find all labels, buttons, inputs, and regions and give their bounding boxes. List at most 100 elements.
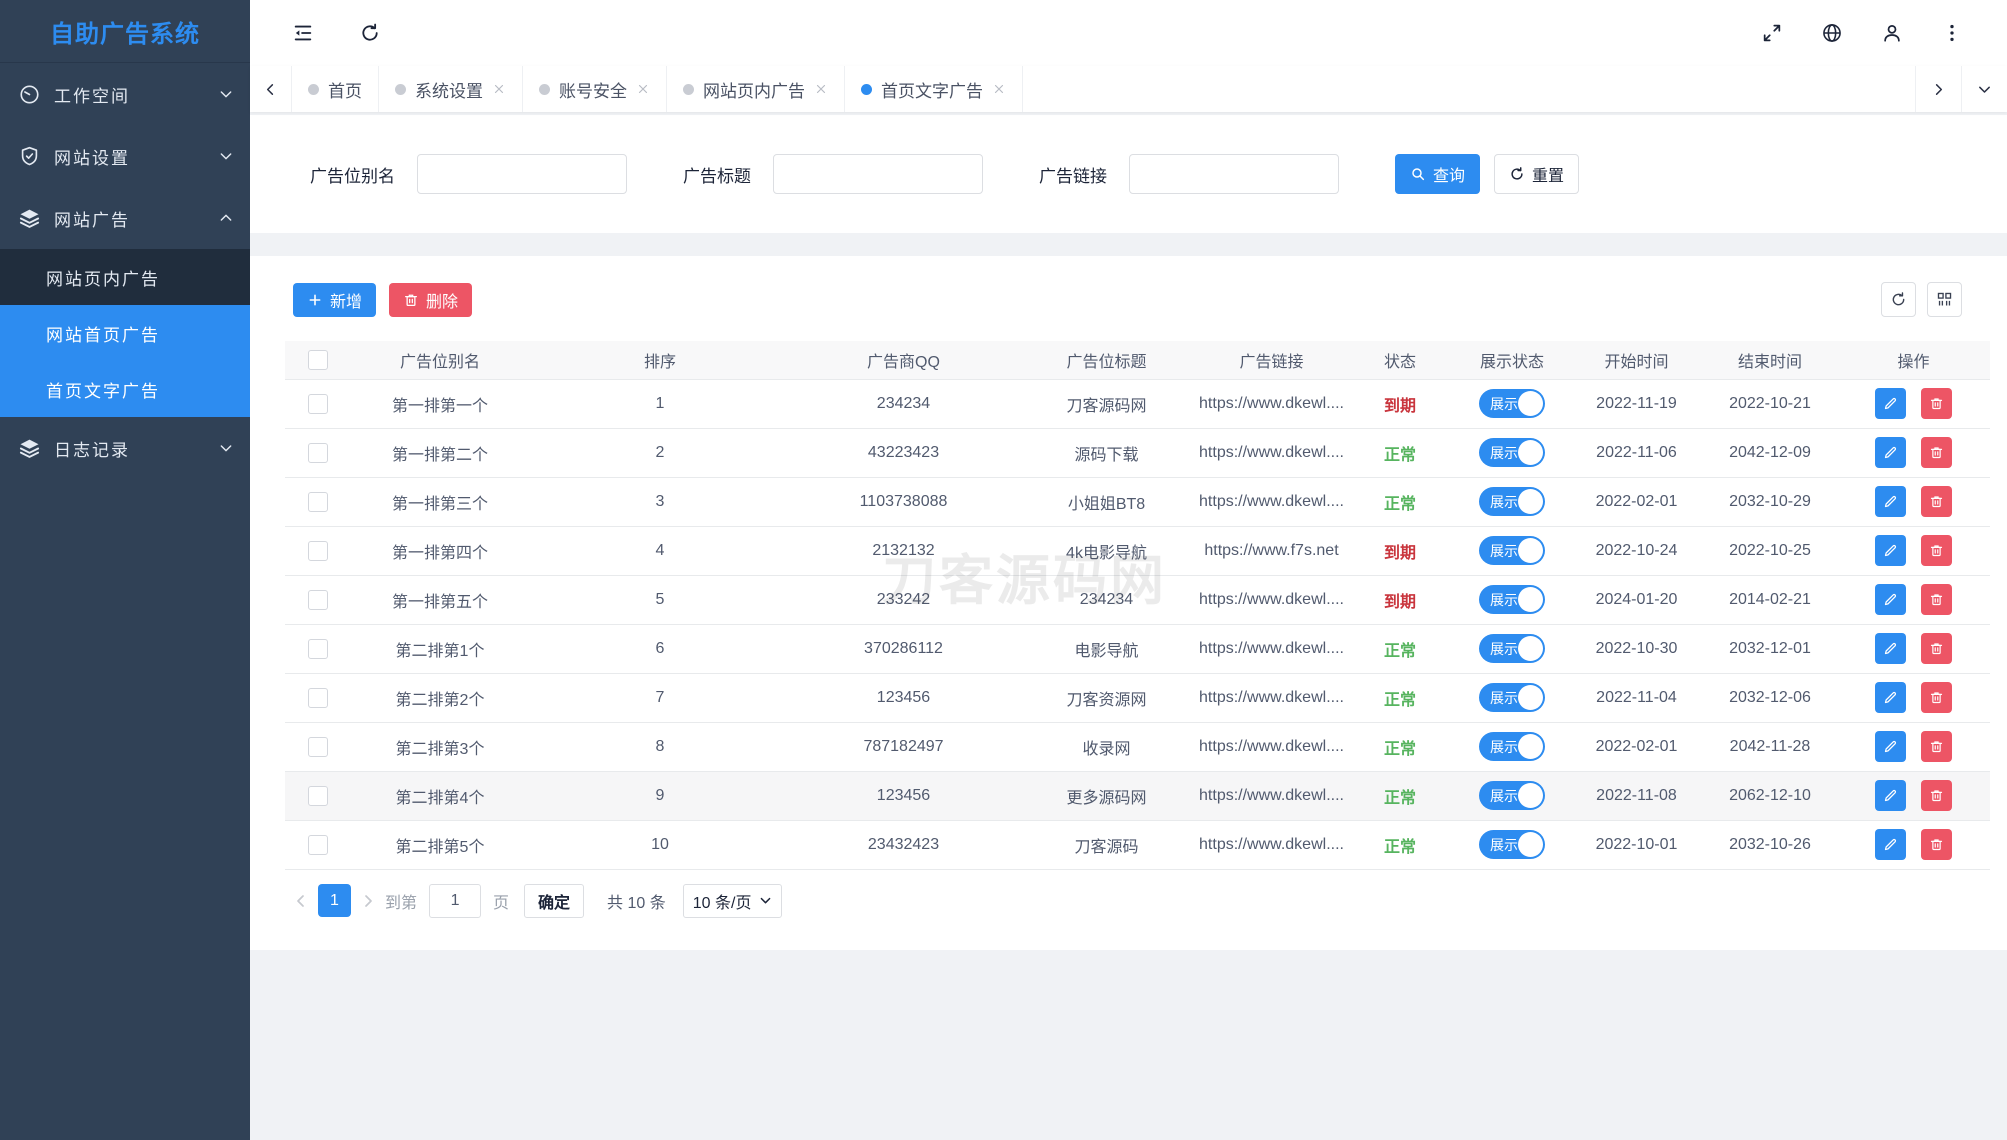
goto-page-input[interactable]	[429, 884, 481, 918]
edit-button[interactable]	[1875, 486, 1906, 517]
delete-button[interactable]	[1921, 535, 1952, 566]
table-refresh-button[interactable]	[1881, 282, 1916, 317]
row-checkbox[interactable]	[308, 590, 328, 610]
cell-start-time: 2022-02-01	[1570, 477, 1703, 526]
tab-bar: 首页 系统设置 账号安全 网站页内广告 首页文字广告	[250, 66, 2007, 112]
chevron-down-icon	[218, 440, 234, 456]
refresh-page-button[interactable]	[359, 22, 381, 44]
row-checkbox[interactable]	[308, 835, 328, 855]
sidebar-subitem-inpage-ads[interactable]: 网站页内广告	[0, 249, 250, 305]
edit-button[interactable]	[1875, 731, 1906, 762]
page-number-button[interactable]: 1	[318, 884, 351, 917]
app-title: 自助广告系统	[0, 0, 250, 63]
delete-button[interactable]	[1921, 633, 1952, 664]
language-globe-button[interactable]	[1821, 22, 1843, 44]
tab[interactable]: 系统设置	[379, 66, 523, 112]
display-toggle[interactable]: 展示	[1479, 585, 1545, 614]
sidebar-subitem-homepage-ads[interactable]: 网站首页广告	[0, 305, 250, 361]
sidebar-item-logs[interactable]: 日志记录	[0, 417, 250, 479]
delete-button[interactable]	[1921, 682, 1952, 713]
tabs-scroll-left-button[interactable]	[250, 66, 292, 112]
column-settings-button[interactable]	[1927, 282, 1962, 317]
cell-order: 2	[529, 428, 791, 477]
display-toggle[interactable]: 展示	[1479, 536, 1545, 565]
sidebar-item-workspace[interactable]: 工作空间	[0, 63, 250, 125]
row-checkbox[interactable]	[308, 492, 328, 512]
row-checkbox[interactable]	[308, 541, 328, 561]
row-checkbox[interactable]	[308, 786, 328, 806]
edit-button[interactable]	[1875, 535, 1906, 566]
delete-button[interactable]	[1921, 731, 1952, 762]
row-checkbox[interactable]	[308, 688, 328, 708]
reset-button[interactable]: 重置	[1494, 154, 1579, 194]
edit-button[interactable]	[1875, 584, 1906, 615]
next-page-button[interactable]	[360, 893, 376, 909]
user-icon	[1881, 22, 1903, 44]
user-button[interactable]	[1881, 22, 1903, 44]
cell-link: https://www.dkewl....	[1197, 575, 1346, 624]
cell-qq: 2132132	[791, 526, 1016, 575]
delete-button[interactable]	[1921, 437, 1952, 468]
edit-button[interactable]	[1875, 388, 1906, 419]
tab[interactable]: 账号安全	[523, 66, 667, 112]
query-button[interactable]: 查询	[1395, 154, 1480, 194]
display-toggle[interactable]: 展示	[1479, 487, 1545, 516]
add-button[interactable]: 新增	[293, 283, 376, 317]
row-checkbox[interactable]	[308, 737, 328, 757]
ad-link-input[interactable]	[1129, 154, 1339, 194]
delete-button[interactable]	[1921, 584, 1952, 615]
display-toggle[interactable]: 展示	[1479, 389, 1545, 418]
edit-button[interactable]	[1875, 829, 1906, 860]
row-checkbox[interactable]	[308, 443, 328, 463]
tab-close-icon[interactable]	[992, 82, 1006, 96]
menu-collapse-button[interactable]	[292, 22, 314, 44]
cell-start-time: 2022-10-01	[1570, 820, 1703, 869]
tab-close-icon[interactable]	[636, 82, 650, 96]
tabs-scroll-right-button[interactable]	[1915, 66, 1961, 112]
ad-title-input[interactable]	[773, 154, 983, 194]
display-toggle[interactable]: 展示	[1479, 438, 1545, 467]
display-toggle[interactable]: 展示	[1479, 732, 1545, 761]
edit-button[interactable]	[1875, 682, 1906, 713]
tab[interactable]: 首页	[292, 66, 379, 112]
row-checkbox[interactable]	[308, 639, 328, 659]
edit-button[interactable]	[1875, 780, 1906, 811]
more-menu-button[interactable]	[1941, 22, 1963, 44]
table-row: 第一排第一个 1 234234 刀客源码网 https://www.dkewl.…	[285, 379, 1990, 428]
table-body: 第一排第一个 1 234234 刀客源码网 https://www.dkewl.…	[285, 379, 1990, 869]
edit-button[interactable]	[1875, 633, 1906, 664]
tab[interactable]: 首页文字广告	[845, 66, 1023, 112]
prev-page-button[interactable]	[293, 893, 309, 909]
tab[interactable]: 网站页内广告	[667, 66, 845, 112]
chevron-left-icon	[263, 82, 278, 97]
toggle-knob	[1518, 587, 1543, 612]
display-toggle[interactable]: 展示	[1479, 830, 1545, 859]
tab-close-icon[interactable]	[492, 82, 506, 96]
table-row: 第二排第5个 10 23432423 刀客源码 https://www.dkew…	[285, 820, 1990, 869]
ad-alias-input[interactable]	[417, 154, 627, 194]
delete-button[interactable]	[1921, 388, 1952, 419]
row-checkbox[interactable]	[308, 394, 328, 414]
display-toggle[interactable]: 展示	[1479, 634, 1545, 663]
page-size-select[interactable]: 10 条/页	[683, 884, 783, 918]
cell-status: 正常	[1384, 496, 1416, 513]
sidebar-item-site-settings[interactable]: 网站设置	[0, 125, 250, 187]
table-row: 第二排第4个 9 123456 更多源码网 https://www.dkewl.…	[285, 771, 1990, 820]
tab-close-icon[interactable]	[814, 82, 828, 96]
column-header: 排序	[529, 341, 791, 379]
tabs-menu-button[interactable]	[1961, 66, 2007, 112]
display-toggle[interactable]: 展示	[1479, 683, 1545, 712]
cell-alias: 第二排第4个	[351, 771, 529, 820]
delete-button[interactable]	[1921, 780, 1952, 811]
batch-delete-button[interactable]: 删除	[389, 283, 472, 317]
delete-button[interactable]	[1921, 829, 1952, 860]
display-toggle[interactable]: 展示	[1479, 781, 1545, 810]
fullscreen-button[interactable]	[1761, 22, 1783, 44]
sidebar-item-site-ads[interactable]: 网站广告	[0, 187, 250, 249]
sidebar-subitem-home-text-ads[interactable]: 首页文字广告	[0, 361, 250, 417]
delete-button[interactable]	[1921, 486, 1952, 517]
select-all-checkbox[interactable]	[308, 350, 328, 370]
table-row: 第一排第二个 2 43223423 源码下载 https://www.dkewl…	[285, 428, 1990, 477]
edit-button[interactable]	[1875, 437, 1906, 468]
confirm-button[interactable]: 确定	[524, 884, 584, 918]
